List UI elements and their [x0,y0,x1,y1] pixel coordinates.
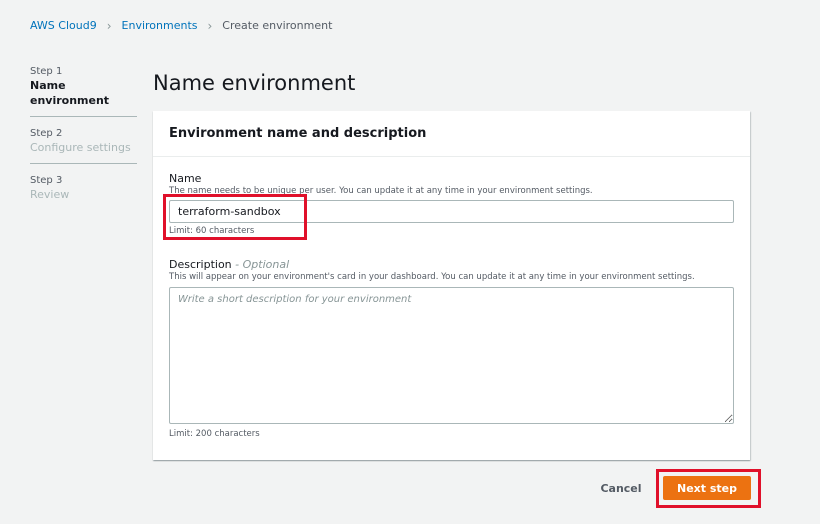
description-label-text: Description [169,258,232,271]
name-description: The name needs to be unique per user. Yo… [169,186,593,196]
wizard-steps: Step 1 Name environment Step 2 Configure… [30,65,137,220]
next-step-button[interactable]: Next step [663,476,751,500]
step-number: Step 3 [30,175,63,186]
chevron-right-icon: › [106,19,112,33]
panel-header: Environment name and description [153,111,750,157]
chevron-right-icon: › [207,19,213,33]
panel-body: Name The name needs to be unique per use… [153,157,750,440]
step-1: Step 1 Name environment [30,65,137,117]
step-label: Configure settings [30,141,131,154]
description-textarea[interactable] [169,287,734,424]
name-label: Name [169,172,202,185]
cancel-button[interactable]: Cancel [594,478,648,498]
description-field-group: Description - Optional This will appear … [169,258,734,440]
description-help: This will appear on your environment's c… [169,272,695,282]
step-label: Review [30,188,70,201]
step-label: Name environment [30,79,110,107]
page-title: Name environment [153,71,356,95]
name-input[interactable] [169,200,734,223]
breadcrumb-create-environment: Create environment [222,19,333,32]
step-2: Step 2 Configure settings [30,127,137,164]
optional-tag: - Optional [235,258,290,271]
page: AWS Cloud9 › Environments › Create envir… [0,0,820,524]
breadcrumb: AWS Cloud9 › Environments › Create envir… [30,19,332,33]
step-number: Step 1 [30,66,63,77]
breadcrumb-environments[interactable]: Environments [122,19,198,33]
step-number: Step 2 [30,128,63,139]
step-3: Step 3 Review [30,174,137,210]
name-limit: Limit: 60 characters [169,226,255,234]
breadcrumb-aws-cloud9[interactable]: AWS Cloud9 [30,19,97,33]
description-label: Description - Optional [169,258,734,271]
name-field-group: Name The name needs to be unique per use… [169,172,734,234]
description-limit: Limit: 200 characters [169,429,260,439]
environment-panel: Environment name and description Name Th… [153,111,750,460]
